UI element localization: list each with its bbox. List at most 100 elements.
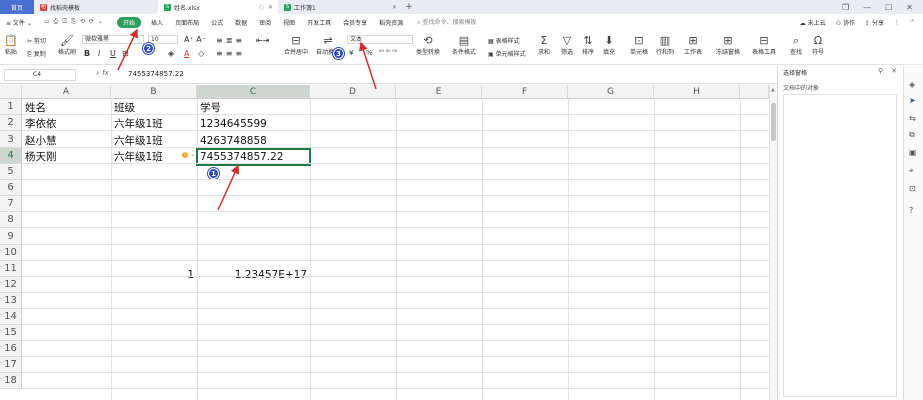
col-header-i[interactable]	[740, 85, 769, 99]
menu-member[interactable]: 会员专享	[337, 18, 373, 27]
close-tab-icon[interactable]: ✕	[268, 4, 273, 11]
row-header-8[interactable]: 8	[0, 212, 22, 228]
location-icon[interactable]: ⌖	[909, 166, 914, 176]
row-header-15[interactable]: 15	[0, 325, 22, 341]
quick-access-icons[interactable]: ▭⎙⎚⎘⟲⟳⌄	[38, 18, 113, 26]
merge-center-button[interactable]: ⊟ 合并居中	[284, 34, 308, 56]
new-tab-button[interactable]: +	[402, 0, 416, 14]
row-header-7[interactable]: 7	[0, 196, 22, 212]
menu-formula[interactable]: 公式	[205, 18, 229, 27]
percent-button[interactable]: %	[366, 49, 373, 57]
worksheet-button[interactable]: ⊞ 工作表	[684, 34, 702, 56]
italic-button[interactable]: I	[98, 49, 100, 58]
tab-document[interactable]: S 姓名.xlsx ○ ✕	[158, 0, 278, 14]
col-header-b[interactable]: B	[111, 85, 197, 99]
shape-icon[interactable]: ⧉	[909, 130, 915, 140]
tab-home[interactable]: 首页	[0, 0, 34, 14]
scroll-thumb[interactable]	[771, 103, 776, 141]
cloud-status[interactable]: ☁ 未上云	[800, 18, 826, 27]
format-painter-button[interactable]: 🖌 格式刷	[58, 34, 76, 56]
cell-b12[interactable]: 1	[111, 267, 197, 283]
row-header-12[interactable]: 12	[0, 277, 22, 293]
menu-review[interactable]: 审阅	[253, 18, 277, 27]
col-header-d[interactable]: D	[310, 85, 396, 99]
scroll-up-icon[interactable]: ▲	[771, 87, 775, 93]
menu-insert[interactable]: 插入	[145, 18, 169, 27]
col-header-c[interactable]: C	[197, 85, 310, 99]
tab-workbook[interactable]: S 工作簿1 ✕	[278, 0, 402, 14]
menu-docer[interactable]: 稻壳资源	[373, 18, 409, 27]
col-header-a[interactable]: A	[22, 85, 111, 99]
row-header-5[interactable]: 5	[0, 164, 22, 180]
col-header-g[interactable]: G	[568, 85, 654, 99]
align-horizontal-icons[interactable]: ≡≡≡	[216, 49, 245, 58]
vertical-scrollbar[interactable]: ▲	[769, 85, 777, 400]
row-col-button[interactable]: ▥ 行和列	[656, 34, 674, 56]
share-panel-icon[interactable]: ⊡	[909, 184, 916, 193]
cell-c12[interactable]: 1.23457E+17	[197, 267, 310, 283]
style-icon[interactable]: ◈	[909, 80, 915, 89]
type-convert-button[interactable]: ⟲ 类型转换	[416, 34, 440, 56]
row-header-11[interactable]: 11	[0, 261, 22, 277]
pin-icon[interactable]: ⚲	[878, 67, 883, 75]
indent-icons[interactable]: ⇤⇥	[256, 36, 269, 45]
cell-button[interactable]: ⊡ 单元格	[630, 34, 648, 56]
filter-button[interactable]: ▽ 筛选	[561, 34, 573, 56]
font-size-select[interactable]: 10	[148, 35, 178, 44]
symbol-button[interactable]: Ω 符号	[812, 34, 824, 56]
menu-page-layout[interactable]: 页面布局	[169, 18, 205, 27]
warning-icon[interactable]: !	[182, 152, 188, 158]
row-header-10[interactable]: 10	[0, 245, 22, 261]
decimal-icons[interactable]: ⁰⁰ ⁰⁰ ⁰⁰	[379, 49, 397, 56]
pointer-icon[interactable]: ➤	[909, 96, 916, 105]
cond-format-button[interactable]: ▤ 条件格式	[452, 34, 476, 56]
close-icon[interactable]: ✕	[906, 3, 913, 12]
table-tools-button[interactable]: ⊟ 表格工具	[752, 34, 776, 56]
underline-button[interactable]: U	[110, 49, 116, 58]
menu-view[interactable]: 视图	[277, 18, 301, 27]
fill-color-icon[interactable]: ◈	[168, 49, 174, 58]
col-header-e[interactable]: E	[396, 85, 482, 99]
help-icon[interactable]: ?	[909, 206, 913, 215]
row-header-14[interactable]: 14	[0, 309, 22, 325]
sum-button[interactable]: Σ 求和	[538, 34, 550, 56]
cell-style-button[interactable]: ▣ 单元格样式	[488, 49, 526, 58]
border-icon[interactable]: ⊞	[122, 49, 129, 58]
menu-data[interactable]: 数据	[229, 18, 253, 27]
freeze-button[interactable]: ⊞ 冻结窗格	[716, 34, 740, 56]
sort-button[interactable]: ⇅ 排序	[582, 34, 594, 56]
clear-format-icon[interactable]: ◇	[198, 49, 204, 58]
restore-icon[interactable]: ❐	[842, 3, 849, 12]
row-header-1[interactable]: 1	[0, 99, 22, 115]
row-header-9[interactable]: 9	[0, 228, 22, 245]
object-list[interactable]	[783, 94, 897, 397]
fill-button[interactable]: ⬇ 填充	[603, 34, 615, 56]
find-button[interactable]: ⌕ 查找	[790, 34, 802, 56]
more-icon[interactable]: ⋮	[894, 19, 900, 26]
row-header-18[interactable]: 18	[0, 373, 22, 389]
bold-button[interactable]: B	[84, 49, 90, 58]
spreadsheet-grid[interactable]: A B C D E F G H 1 2 3 4 5 6 7 8 9 10 11 12 13 14 15 16 1…	[0, 85, 769, 400]
formula-input[interactable]: 7455374857.22	[128, 70, 184, 78]
command-search[interactable]: ⌕ 查找命令、搜索模板	[417, 17, 476, 27]
row-header-6[interactable]: 6	[0, 180, 22, 196]
row-header-16[interactable]: 16	[0, 341, 22, 357]
collapse-ribbon-icon[interactable]: ⌃	[910, 19, 915, 26]
font-name-select[interactable]: 微软雅黑	[82, 35, 144, 44]
close-tab-icon[interactable]: ✕	[392, 4, 397, 11]
table-style-button[interactable]: ▦ 表格样式	[488, 36, 520, 45]
row-header-17[interactable]: 17	[0, 357, 22, 373]
col-header-f[interactable]: F	[482, 85, 568, 99]
menu-developer[interactable]: 开发工具	[301, 18, 337, 27]
minimize-icon[interactable]: —	[863, 3, 871, 12]
tab-template[interactable]: 稻 找稻壳模板	[34, 0, 158, 14]
row-header-2[interactable]: 2	[0, 115, 22, 131]
collab-button[interactable]: ⚇ 协作	[836, 18, 855, 27]
warning-dropdown-icon[interactable]: ⌄	[190, 151, 195, 158]
align-top-icons[interactable]: ≡≣≡	[216, 36, 245, 45]
fx-icon[interactable]: ⌕ fx	[96, 69, 109, 78]
cut-button[interactable]: ✂ 剪切	[27, 36, 46, 45]
number-format-select[interactable]: 文本	[347, 35, 413, 44]
settings-icon[interactable]: ⇆	[909, 114, 916, 123]
file-menu[interactable]: ≡ 文件 ⌄	[0, 18, 38, 27]
